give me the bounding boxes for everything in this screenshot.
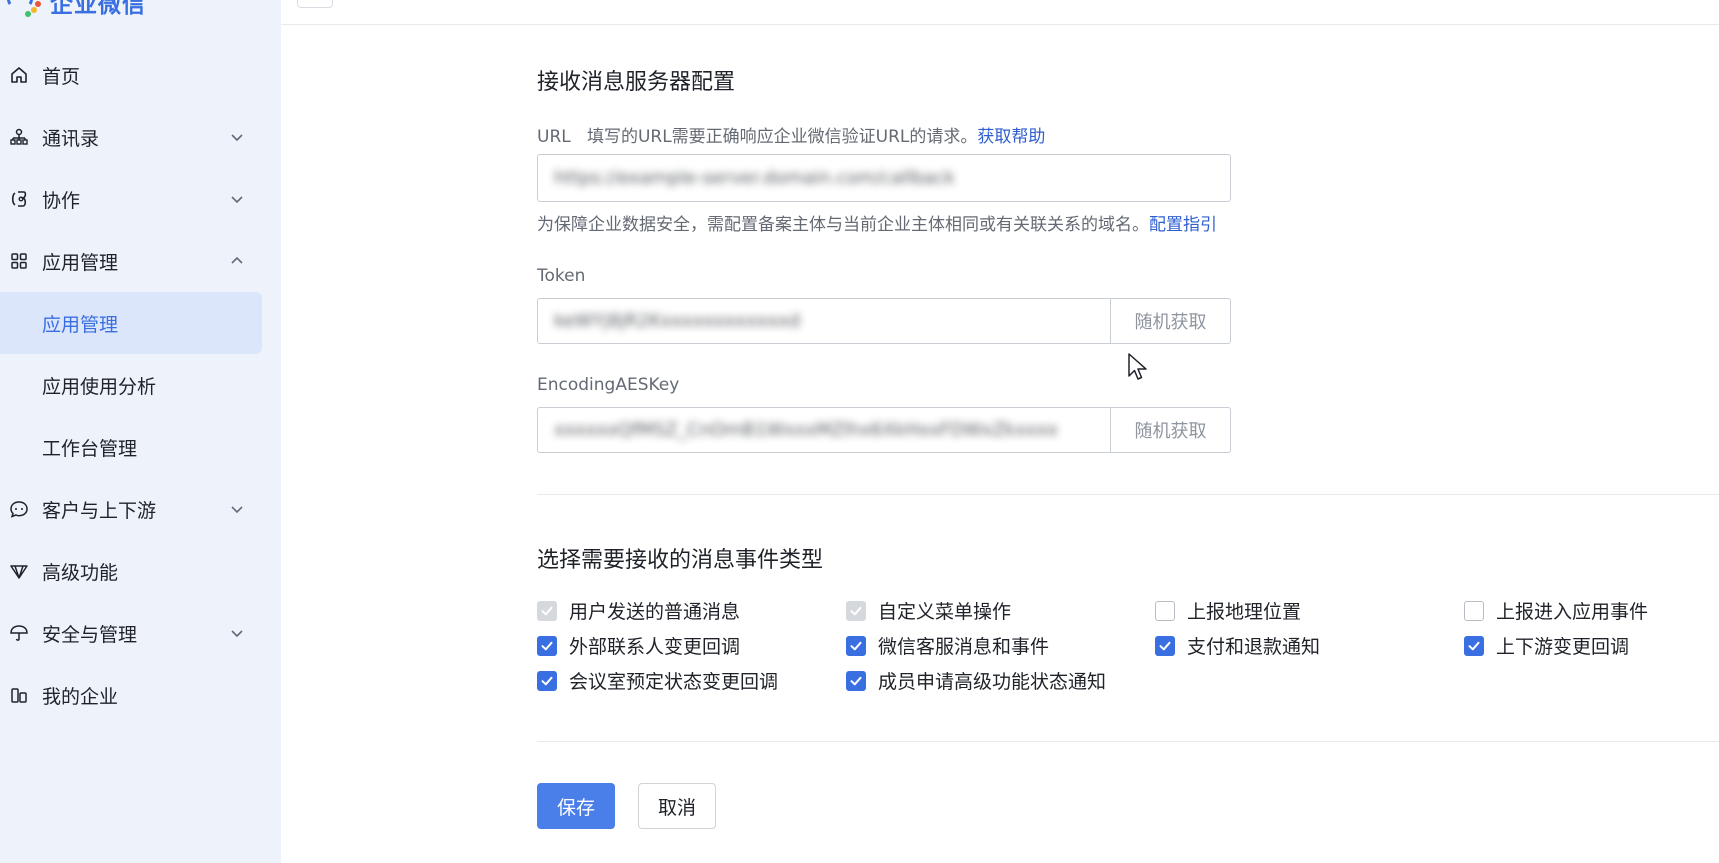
event-checkbox-label: 微信客服消息和事件 xyxy=(878,636,1050,658)
event-checkbox[interactable]: 成员申请高级功能状态通知 xyxy=(846,667,1106,694)
event-checkbox[interactable]: 支付和退款通知 xyxy=(1155,632,1320,659)
url-hint: 为保障企业数据安全，需配置备案主体与当前企业主体相同或有关联关系的域名。配置指引 xyxy=(537,210,1217,235)
home-icon xyxy=(8,64,30,86)
checkbox-checked-icon[interactable] xyxy=(1464,635,1484,656)
chevron-up-icon[interactable] xyxy=(226,250,248,272)
url-input[interactable]: https://example-server.domain.com/callba… xyxy=(537,154,1231,202)
aes-key-label: EncodingAESKey xyxy=(537,375,680,395)
url-field-label: URL 填写的URL需要正确响应企业微信验证URL的请求。获取帮助 xyxy=(537,122,1045,147)
section-divider xyxy=(537,494,1719,495)
url-input-value: https://example-server.domain.com/callba… xyxy=(554,167,955,189)
event-checkbox-label: 自定义菜单操作 xyxy=(878,601,1012,623)
sidebar-item-label: 应用使用分析 xyxy=(42,375,157,398)
sidebar-subitem-app-management[interactable]: 应用管理 xyxy=(0,292,262,354)
sidebar-item-customers-upstream-downstream[interactable]: 客户与上下游 xyxy=(0,478,281,540)
event-checkbox[interactable]: 上报地理位置 xyxy=(1155,597,1301,624)
top-back-button[interactable] xyxy=(297,0,333,8)
top-bar xyxy=(281,0,1719,25)
cancel-button[interactable]: 取消 xyxy=(638,783,716,829)
event-checkbox-label: 上下游变更回调 xyxy=(1496,636,1630,658)
checkbox-checked-icon[interactable] xyxy=(537,635,557,656)
diamond-icon xyxy=(8,560,30,582)
sidebar-item-label: 客户与上下游 xyxy=(42,499,157,522)
checkbox-checked-icon[interactable] xyxy=(846,635,866,656)
event-checkbox-label: 外部联系人变更回调 xyxy=(569,636,741,658)
sidebar-item-collaboration[interactable]: 协作 xyxy=(0,168,281,230)
sidebar-item-label: 通讯录 xyxy=(42,127,100,150)
url-label: URL xyxy=(537,127,571,147)
event-checkbox[interactable]: 上报进入应用事件 xyxy=(1464,597,1648,624)
token-label: Token xyxy=(537,266,586,286)
checkbox-checked-icon[interactable] xyxy=(537,670,557,691)
checkbox-unchecked-icon[interactable] xyxy=(1155,600,1175,621)
checkbox-unchecked-icon[interactable] xyxy=(1464,600,1484,621)
sidebar-item-contacts[interactable]: 通讯录 xyxy=(0,106,281,168)
token-random-button[interactable]: 随机获取 xyxy=(1110,298,1231,344)
sidebar-item-label: 安全与管理 xyxy=(42,623,138,646)
event-checkbox-label: 用户发送的普通消息 xyxy=(569,601,741,623)
event-checkbox: 自定义菜单操作 xyxy=(846,597,1011,624)
sidebar-item-label: 应用管理 xyxy=(42,251,119,274)
checkbox-checked-icon[interactable] xyxy=(846,670,866,691)
chevron-down-icon[interactable] xyxy=(226,622,248,644)
mouse-cursor-icon xyxy=(1128,353,1147,380)
event-checkbox[interactable]: 上下游变更回调 xyxy=(1464,632,1629,659)
collab-icon xyxy=(8,188,30,210)
event-checkbox-label: 支付和退款通知 xyxy=(1187,636,1321,658)
umbrella-icon xyxy=(8,622,30,644)
chevron-down-icon[interactable] xyxy=(226,188,248,210)
config-guide-link[interactable]: 配置指引 xyxy=(1149,215,1217,235)
event-checkbox-label: 成员申请高级功能状态通知 xyxy=(878,671,1107,693)
url-hint-text: 为保障企业数据安全，需配置备案主体与当前企业主体相同或有关联关系的域名。 xyxy=(537,215,1149,235)
org-chart-icon xyxy=(8,126,30,148)
sidebar-item-home[interactable]: 首页 xyxy=(0,44,281,106)
sidebar-item-security-management[interactable]: 安全与管理 xyxy=(0,602,281,664)
sidebar-item-label: 高级功能 xyxy=(42,561,119,584)
brand-logo[interactable]: 企业微信 xyxy=(4,0,146,18)
event-checkbox-label: 上报地理位置 xyxy=(1187,601,1302,623)
checkbox-checked-icon xyxy=(846,600,866,621)
event-checkbox[interactable]: 外部联系人变更回调 xyxy=(537,632,740,659)
wecom-logo-icon xyxy=(7,0,41,17)
chevron-down-icon[interactable] xyxy=(226,126,248,148)
url-description: 填写的URL需要正确响应企业微信验证URL的请求。 xyxy=(586,127,978,147)
checkbox-checked-icon[interactable] xyxy=(1155,635,1175,656)
brand-name: 企业微信 xyxy=(50,0,146,18)
sidebar-item-advanced-features[interactable]: 高级功能 xyxy=(0,540,281,602)
event-checkbox[interactable]: 微信客服消息和事件 xyxy=(846,632,1049,659)
event-checkbox-label: 上报进入应用事件 xyxy=(1496,601,1649,623)
aes-key-random-button[interactable]: 随机获取 xyxy=(1110,407,1231,453)
server-config-title: 接收消息服务器配置 xyxy=(537,70,736,95)
get-help-link[interactable]: 获取帮助 xyxy=(977,127,1045,147)
sidebar-item-label: 我的企业 xyxy=(42,685,119,708)
sidebar-item-my-enterprise[interactable]: 我的企业 xyxy=(0,664,281,726)
token-input[interactable]: keWYj8jR2Kxxxxxxxxxxxxd xyxy=(537,298,1111,344)
sidebar-item-label: 工作台管理 xyxy=(42,437,138,460)
sidebar-item-label: 应用管理 xyxy=(42,313,119,336)
chevron-down-icon[interactable] xyxy=(226,498,248,520)
sidebar-item-label: 协作 xyxy=(42,189,81,212)
grid-icon xyxy=(8,250,30,272)
sidebar-subitem-app-usage-analysis[interactable]: 应用使用分析 xyxy=(0,354,281,416)
sidebar-item-app-management[interactable]: 应用管理 xyxy=(0,230,281,292)
sidebar: 企业微信 首页 通讯录 协作 应用管理 应用管理 应用使用分析 工作台管理 客户… xyxy=(0,0,281,863)
sidebar-nav: 首页 通讯录 协作 应用管理 应用管理 应用使用分析 工作台管理 客户与上下游 … xyxy=(0,44,281,726)
building-icon xyxy=(8,684,30,706)
event-checkbox: 用户发送的普通消息 xyxy=(537,597,740,624)
save-button[interactable]: 保存 xyxy=(537,783,615,829)
sidebar-subitem-workbench-management[interactable]: 工作台管理 xyxy=(0,416,281,478)
section-divider xyxy=(537,741,1719,742)
event-types-title: 选择需要接收的消息事件类型 xyxy=(537,548,824,573)
aes-key-input[interactable]: xxxxxxQfMSZ_CnOmB1WxxxMZlhx6XkHxxFDWxZkx… xyxy=(537,407,1111,453)
event-checkbox-label: 会议室预定状态变更回调 xyxy=(569,671,779,693)
chat-bubble-icon xyxy=(8,498,30,520)
token-input-value: keWYj8jR2Kxxxxxxxxxxxxd xyxy=(554,310,801,332)
event-checkbox[interactable]: 会议室预定状态变更回调 xyxy=(537,667,778,694)
sidebar-item-label: 首页 xyxy=(42,65,81,88)
aes-key-input-value: xxxxxxQfMSZ_CnOmB1WxxxMZlhx6XkHxxFDWxZkx… xyxy=(554,419,1058,441)
checkbox-checked-icon xyxy=(537,600,557,621)
